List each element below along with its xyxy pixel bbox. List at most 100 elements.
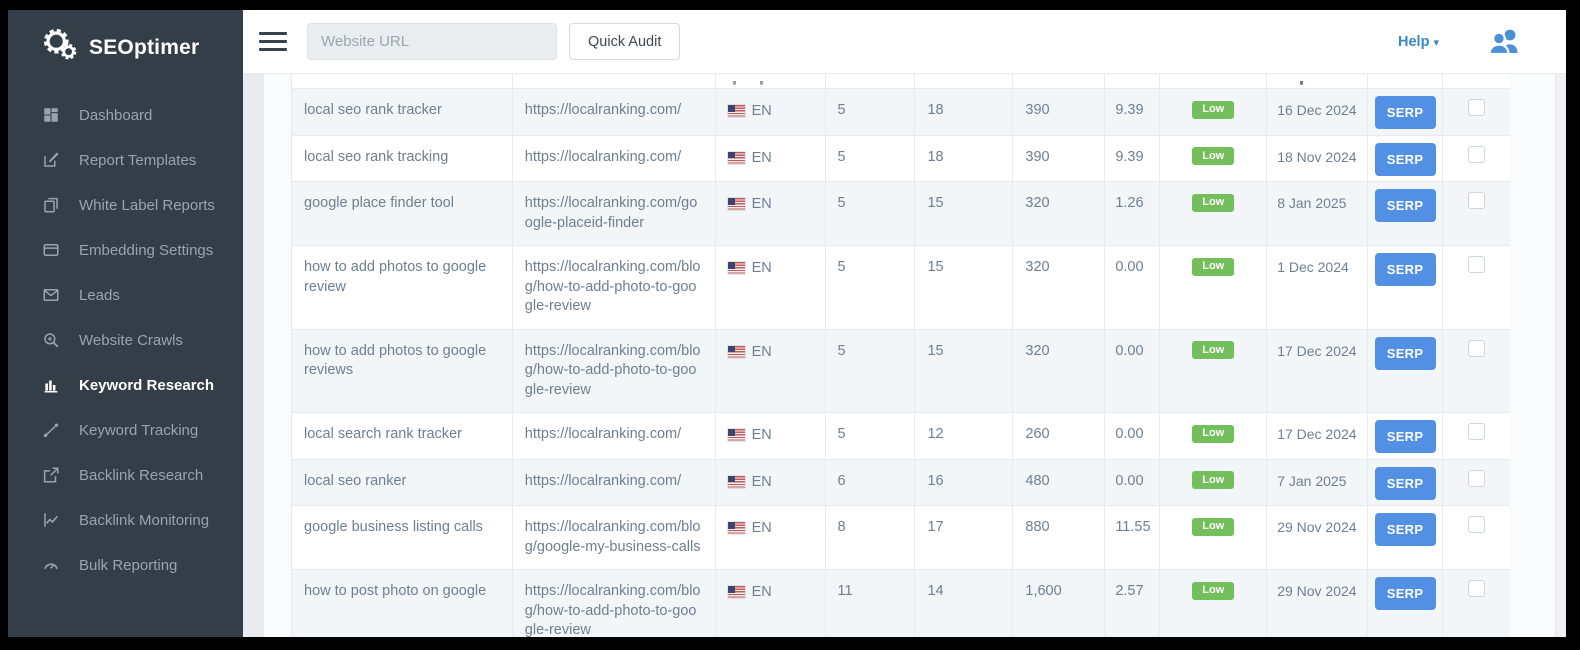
row-checkbox[interactable] [1468, 423, 1485, 440]
row-checkbox[interactable] [1468, 470, 1485, 487]
language-code: EN [752, 473, 772, 493]
language-cell: EN [716, 460, 826, 506]
edit-square-icon [42, 151, 62, 171]
position-cell: 5 [826, 413, 916, 459]
competition-badge: Low [1192, 341, 1234, 359]
hamburger-menu-icon[interactable] [259, 27, 287, 56]
row-checkbox[interactable] [1468, 146, 1485, 163]
row-checkbox[interactable] [1468, 516, 1485, 533]
date-cell: 18 Nov 2024 [1267, 136, 1368, 182]
sidebar-item-keyword-tracking[interactable]: Keyword Tracking [8, 408, 243, 453]
volume-cell: 1,600 [1013, 570, 1105, 637]
position-cell: 6 [826, 460, 916, 506]
serp-button[interactable]: SERP [1375, 337, 1436, 370]
header-select [1443, 74, 1510, 88]
sidebar-item-website-crawls[interactable]: Website Crawls [8, 318, 243, 363]
volume-cell: 320 [1013, 246, 1105, 329]
volume-cell: 320 [1013, 330, 1105, 413]
serp-button[interactable]: SERP [1375, 96, 1436, 129]
position-cell: 5 [826, 136, 916, 182]
vertical-scrollbar[interactable] [1555, 74, 1566, 637]
cpc-cell: 0.00 [1105, 413, 1160, 459]
us-flag-icon [728, 429, 745, 441]
url-cell: https://localranking.com/blog/how-to-add… [513, 246, 716, 329]
sidebar-item-embedding-settings[interactable]: Embedding Settings [8, 228, 243, 273]
url-cell: https://localranking.com/ [513, 136, 716, 182]
external-link-icon [42, 466, 62, 486]
cpc-cell: 0.00 [1105, 460, 1160, 506]
topbar: Quick Audit Help ▾ [243, 10, 1566, 74]
row-checkbox[interactable] [1468, 580, 1485, 597]
checkbox-cell [1443, 460, 1510, 506]
checkbox-cell [1443, 570, 1510, 637]
competition-badge: Low [1192, 471, 1234, 489]
cpc-cell: 2.57 [1105, 570, 1160, 637]
sidebar-item-keyword-research[interactable]: Keyword Research [8, 363, 243, 408]
keyword-research-table: local seo rank trackerhttps://localranki… [291, 74, 1510, 637]
serp-button[interactable]: SERP [1375, 513, 1436, 546]
sidebar-item-backlink-monitoring[interactable]: Backlink Monitoring [8, 498, 243, 543]
url-cell: https://localranking.com/ [513, 89, 716, 135]
language-cell: EN [716, 506, 826, 569]
score-cell: 14 [915, 570, 1013, 637]
copy-pages-icon [42, 196, 62, 216]
sidebar-item-label: Backlink Research [79, 467, 203, 484]
language-cell: EN [716, 136, 826, 182]
sidebar-item-leads[interactable]: Leads [8, 273, 243, 318]
sidebar-item-white-label-reports[interactable]: White Label Reports [8, 183, 243, 228]
url-cell: https://localranking.com/ [513, 460, 716, 506]
cpc-cell: 1.26 [1105, 182, 1160, 245]
checkbox-cell [1443, 506, 1510, 569]
serp-button[interactable]: SERP [1375, 189, 1436, 222]
row-checkbox[interactable] [1468, 256, 1485, 273]
gauge-icon [42, 556, 62, 576]
serp-button[interactable]: SERP [1375, 467, 1436, 500]
serp-cell: SERP [1368, 413, 1443, 459]
brand-name: SEOptimer [89, 36, 199, 60]
header-volume [1013, 74, 1105, 88]
cpc-cell: 9.39 [1105, 89, 1160, 135]
row-checkbox[interactable] [1468, 340, 1485, 357]
sidebar-item-backlink-research[interactable]: Backlink Research [8, 453, 243, 498]
volume-cell: 260 [1013, 413, 1105, 459]
serp-cell: SERP [1368, 506, 1443, 569]
quick-audit-button[interactable]: Quick Audit [569, 23, 680, 60]
clipped-header-descender [1300, 81, 1303, 85]
content-area: local seo rank trackerhttps://localranki… [243, 74, 1566, 637]
competition-badge: Low [1192, 518, 1234, 536]
sidebar-item-dashboard[interactable]: Dashboard [8, 93, 243, 138]
row-checkbox[interactable] [1468, 192, 1485, 209]
serp-button[interactable]: SERP [1375, 143, 1436, 176]
language-cell: EN [716, 413, 826, 459]
keyword-cell: local seo rank tracking [292, 136, 513, 182]
sidebar-item-label: Keyword Tracking [79, 422, 198, 439]
url-cell: https://localranking.com/ [513, 413, 716, 459]
serp-button[interactable]: SERP [1375, 420, 1436, 453]
position-cell: 11 [826, 570, 916, 637]
serp-button[interactable]: SERP [1375, 253, 1436, 286]
language-code: EN [752, 519, 772, 539]
sidebar-item-label: Dashboard [79, 107, 152, 124]
table-row: local seo rankerhttps://localranking.com… [292, 460, 1510, 507]
serp-button[interactable]: SERP [1375, 577, 1436, 610]
serp-cell: SERP [1368, 89, 1443, 135]
header-url [513, 74, 716, 88]
competition-cell: Low [1160, 136, 1267, 182]
row-checkbox[interactable] [1468, 99, 1485, 116]
competition-badge: Low [1192, 258, 1234, 276]
cpc-cell: 11.55 [1105, 506, 1160, 569]
sidebar-item-label: Embedding Settings [79, 242, 213, 259]
sidebar-item-label: Website Crawls [79, 332, 183, 349]
brand-logo[interactable]: SEOptimer [8, 10, 243, 81]
checkbox-cell [1443, 246, 1510, 329]
website-url-input[interactable] [307, 23, 557, 60]
sidebar-item-bulk-reporting[interactable]: Bulk Reporting [8, 543, 243, 588]
sidebar-item-report-templates[interactable]: Report Templates [8, 138, 243, 183]
header-score [915, 74, 1013, 88]
sidebar-item-label: Report Templates [79, 152, 196, 169]
keyword-cell: google business listing calls [292, 506, 513, 569]
users-icon[interactable] [1487, 28, 1522, 55]
help-dropdown[interactable]: Help ▾ [1398, 34, 1439, 50]
table-row: local search rank trackerhttps://localra… [292, 413, 1510, 460]
position-cell: 8 [826, 506, 916, 569]
